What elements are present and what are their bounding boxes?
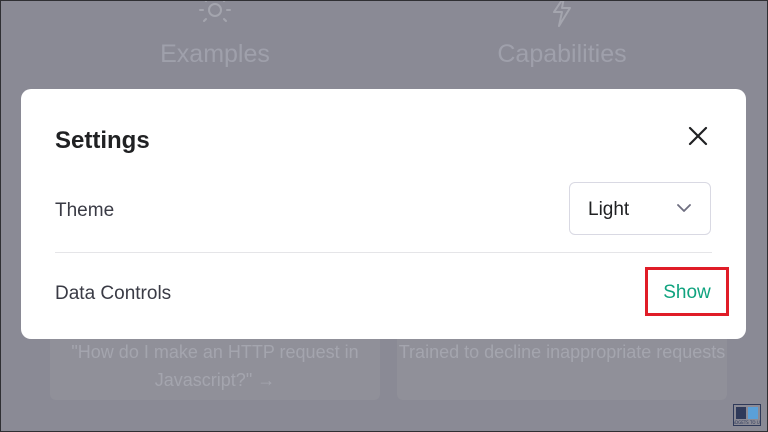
watermark-logo: GADGETS TO USE	[733, 404, 761, 426]
close-icon[interactable]	[687, 125, 709, 147]
settings-title: Settings	[55, 127, 150, 154]
data-controls-label: Data Controls	[55, 283, 172, 304]
example-prompt-card: "How do I make an HTTP request in Javasc…	[50, 330, 380, 400]
chevron-down-icon	[677, 204, 691, 212]
capabilities-heading: Capabilities	[497, 40, 627, 68]
settings-dialog: Settings Theme Light Data Controls Show	[21, 89, 746, 339]
capability-card: Trained to decline inappropriate request…	[397, 330, 727, 400]
theme-select[interactable]: Light	[569, 182, 711, 235]
lightning-icon	[553, 0, 571, 27]
show-button-label: Show	[663, 282, 711, 303]
row-divider	[55, 252, 712, 253]
theme-label: Theme	[55, 200, 115, 221]
sun-icon	[199, 0, 231, 22]
svg-text:GADGETS TO USE: GADGETS TO USE	[733, 420, 761, 425]
theme-selected-value: Light	[588, 199, 630, 220]
show-data-controls-button[interactable]: Show	[645, 267, 729, 316]
examples-heading: Examples	[160, 40, 270, 68]
